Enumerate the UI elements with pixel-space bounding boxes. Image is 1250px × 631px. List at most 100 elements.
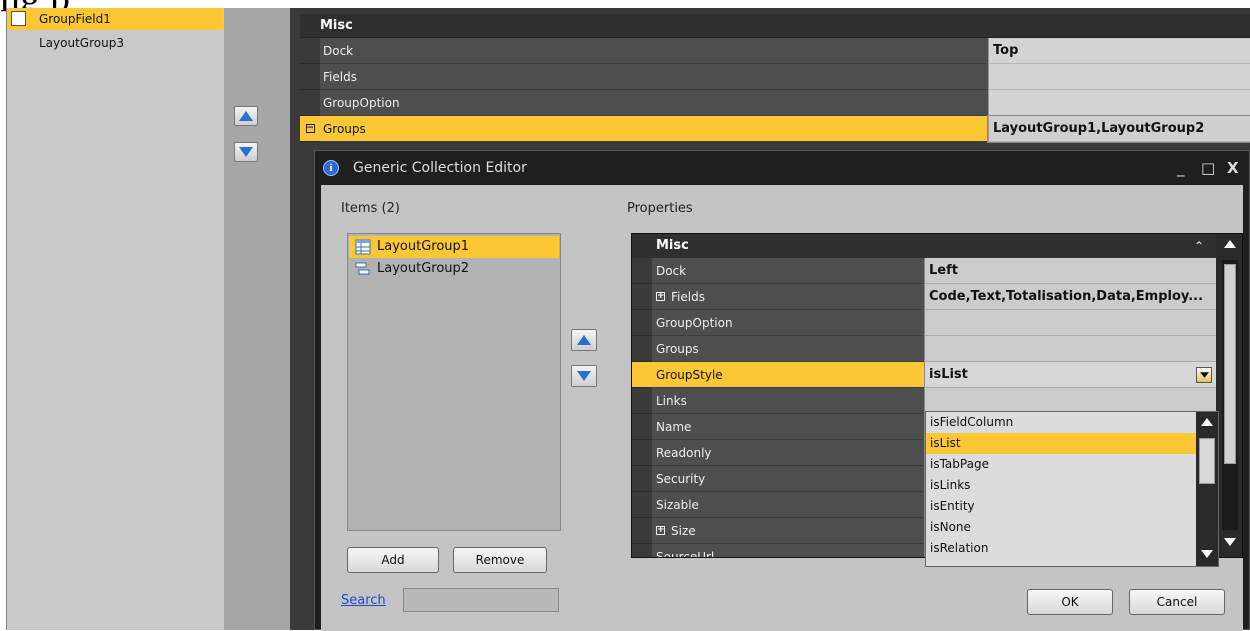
list-item-label: LayoutGroup1 <box>377 239 470 254</box>
dropdown-option[interactable]: isFieldColumn <box>926 412 1218 433</box>
search-link[interactable]: Search <box>341 593 386 608</box>
scroll-down-icon[interactable] <box>1224 538 1236 546</box>
property-name-text: SourceUrl <box>656 549 715 558</box>
property-row-fields[interactable]: + Fields Code,Text,Totalisation,Data,Empl… <box>632 284 1216 310</box>
layout-tree: GroupField1 LayoutGroup3 <box>6 8 224 630</box>
row-gutter <box>632 336 652 362</box>
arrow-down-icon <box>239 147 253 157</box>
tree-item-label: LayoutGroup3 <box>39 36 124 50</box>
groupstyle-dropdown-list[interactable]: isFieldColumn isList isTabPage isLinks i… <box>925 411 1219 567</box>
row-gutter <box>632 414 652 440</box>
ok-button[interactable]: OK <box>1027 589 1113 615</box>
properties-label: Properties <box>627 201 693 216</box>
add-button[interactable]: Add <box>347 547 439 573</box>
dropdown-scrollbar[interactable] <box>1196 412 1218 566</box>
tree-item-label: GroupField1 <box>39 12 111 26</box>
property-value[interactable]: Left <box>924 258 1216 284</box>
property-value[interactable] <box>924 336 1216 362</box>
dialog-title: Generic Collection Editor <box>353 160 527 176</box>
property-name-text: Security <box>656 471 706 486</box>
row-gutter <box>632 284 652 310</box>
move-item-down-button[interactable] <box>571 365 597 387</box>
property-value[interactable]: Top <box>988 38 1250 64</box>
collapse-icon[interactable]: − <box>300 116 320 142</box>
dropdown-option[interactable]: isEntity <box>926 496 1218 517</box>
row-gutter <box>632 466 652 492</box>
property-row-groups[interactable]: − Groups LayoutGroup1,LayoutGroup2 <box>300 115 1250 143</box>
property-name: Name <box>652 414 924 440</box>
search-input[interactable] <box>403 588 559 612</box>
row-gutter <box>632 362 652 388</box>
property-name: Security <box>652 466 924 492</box>
tree-item-groupfield1[interactable]: GroupField1 <box>7 8 223 30</box>
arrow-down-icon <box>577 371 591 381</box>
dialog-titlebar[interactable]: i Generic Collection Editor _ □ X <box>315 151 1249 185</box>
property-name: GroupOption <box>320 90 988 116</box>
property-name-text: Links <box>656 393 687 408</box>
move-up-button[interactable] <box>234 106 258 126</box>
property-row-dock[interactable]: Dock Left <box>632 258 1216 284</box>
property-row-groupstyle[interactable]: GroupStyle isList <box>632 362 1216 388</box>
scroll-up-icon[interactable] <box>1201 418 1213 426</box>
property-name: Fields <box>320 64 988 90</box>
category-label: Misc <box>656 238 689 253</box>
collection-editor-dialog: i Generic Collection Editor _ □ X Items … <box>314 150 1250 631</box>
arrow-up-icon <box>239 111 253 121</box>
property-value[interactable]: LayoutGroup1,LayoutGroup2 <box>987 115 1250 143</box>
property-name-text: Groups <box>656 341 699 356</box>
cancel-button[interactable]: Cancel <box>1129 589 1225 615</box>
move-item-up-button[interactable] <box>571 329 597 351</box>
list-item[interactable]: LayoutGroup1 <box>349 236 559 258</box>
dropdown-option[interactable]: isLinks <box>926 475 1218 496</box>
expand-icon[interactable]: + <box>656 526 665 535</box>
list-item[interactable]: LayoutGroup2 <box>349 258 559 280</box>
category-header[interactable]: Misc ⌃ <box>632 234 1216 258</box>
property-value[interactable] <box>924 310 1216 336</box>
property-row-groupoption[interactable]: GroupOption <box>632 310 1216 336</box>
expand-icon[interactable]: + <box>656 292 665 301</box>
property-row-groups[interactable]: Groups <box>632 336 1216 362</box>
maximize-button[interactable]: □ <box>1201 151 1215 185</box>
items-list[interactable]: LayoutGroup1 LayoutGroup2 <box>347 233 561 531</box>
scrollbar-track[interactable] <box>1222 260 1238 530</box>
list-item-label: LayoutGroup2 <box>377 261 470 276</box>
groupstyle-select[interactable]: isList <box>924 362 1216 388</box>
collapse-category-icon[interactable]: ⌃ <box>1194 234 1204 258</box>
property-name: Sizable <box>652 492 924 518</box>
dropdown-option[interactable]: isTabPage <box>926 454 1218 475</box>
property-name: GroupStyle <box>652 362 924 388</box>
row-gutter <box>632 440 652 466</box>
close-button[interactable]: X <box>1227 151 1239 185</box>
dropdown-option[interactable]: isRelation <box>926 538 1218 559</box>
scroll-down-icon[interactable] <box>1201 550 1213 558</box>
property-value[interactable] <box>988 64 1250 90</box>
remove-button[interactable]: Remove <box>453 547 547 573</box>
row-gutter <box>300 90 320 116</box>
table-icon <box>355 239 371 255</box>
scrollbar-thumb[interactable] <box>1224 264 1236 464</box>
property-name: SourceUrl <box>652 544 924 558</box>
move-down-button[interactable] <box>234 142 258 162</box>
category-header: Misc <box>300 14 1250 38</box>
row-gutter <box>632 258 652 284</box>
dropdown-option[interactable]: isList <box>926 433 1218 454</box>
tree-item-layoutgroup3[interactable]: LayoutGroup3 <box>7 32 223 54</box>
property-name: Groups <box>320 116 988 142</box>
dropdown-option[interactable]: isNone <box>926 517 1218 538</box>
property-name-text: Size <box>671 523 696 538</box>
property-row-dock[interactable]: Dock Top <box>300 38 1250 64</box>
vertical-scrollbar[interactable] <box>1218 234 1242 557</box>
dropdown-scrollbar-thumb[interactable] <box>1199 438 1215 484</box>
property-row-groupoption[interactable]: GroupOption <box>300 90 1250 116</box>
arrow-up-icon <box>577 335 591 345</box>
property-name-text: GroupOption <box>656 315 733 330</box>
property-name: GroupOption <box>652 310 924 336</box>
property-name: Readonly <box>652 440 924 466</box>
scroll-up-icon[interactable] <box>1224 240 1236 248</box>
property-row-fields[interactable]: Fields <box>300 64 1250 90</box>
dropdown-arrow-icon[interactable] <box>1196 367 1212 383</box>
minimize-button[interactable]: _ <box>1177 151 1185 185</box>
property-value[interactable] <box>988 90 1250 116</box>
row-gutter <box>632 310 652 336</box>
property-value[interactable]: Code,Text,Totalisation,Data,Employ... <box>924 284 1216 310</box>
